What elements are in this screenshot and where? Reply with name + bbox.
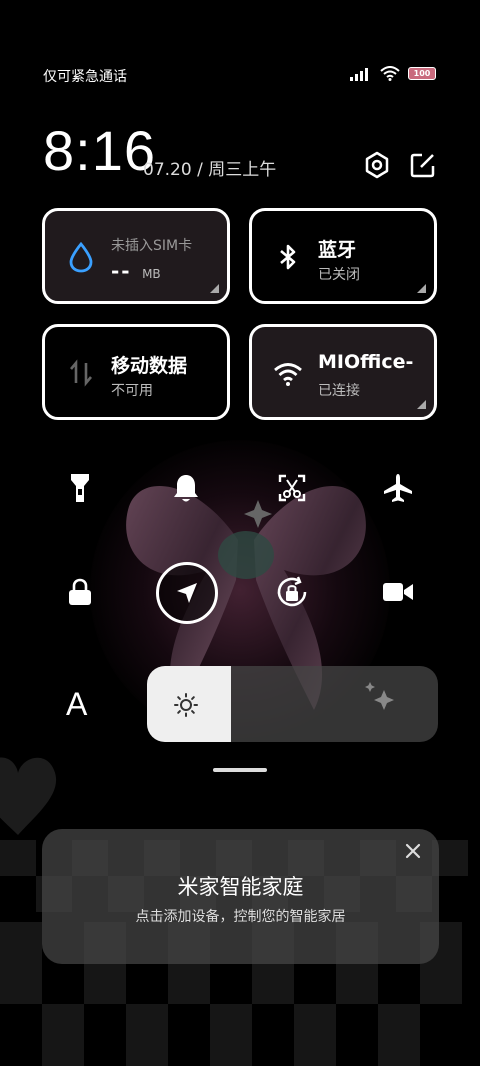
lock-icon (69, 578, 91, 605)
tile-bluetooth-status: 已关闭 (318, 267, 360, 283)
airplane-icon (384, 474, 412, 502)
status-icons: 100 (350, 66, 436, 81)
tile-mobile-data[interactable]: 移动数据 不可用 (42, 324, 230, 420)
location-icon (177, 583, 197, 603)
location-toggle[interactable] (156, 562, 218, 624)
tile-corner-arrow (417, 284, 426, 293)
tile-mobile-usage[interactable]: 未插入SIM卡 -- MB (42, 208, 230, 304)
flashlight-icon (71, 474, 89, 502)
tile-mobile-data-status: 不可用 (111, 383, 153, 399)
video-icon (383, 583, 413, 601)
edit-icon[interactable] (408, 150, 438, 180)
tile-data-usage: -- MB (111, 259, 161, 283)
tile-bluetooth-title: 蓝牙 (318, 239, 357, 261)
heart-decoration (0, 757, 56, 835)
mute-toggle[interactable] (166, 468, 206, 508)
wifi-status-icon (380, 66, 400, 81)
tile-wifi-status: 已连接 (318, 383, 360, 399)
smart-home-title: 米家智能家庭 (177, 875, 304, 899)
settings-icon[interactable] (362, 150, 392, 180)
tile-bluetooth[interactable]: 蓝牙 已关闭 (249, 208, 437, 304)
font-size-button[interactable]: A (66, 686, 87, 723)
screen-recorder-toggle[interactable] (378, 572, 418, 612)
tile-data-unit: MB (142, 267, 161, 281)
clock-date[interactable]: 07.20 / 周三上午 (143, 155, 276, 180)
clock-time[interactable]: 8:16 (43, 118, 156, 183)
battery-icon: 100 (408, 67, 436, 80)
flashlight-toggle[interactable] (60, 468, 100, 508)
screenshot-icon (278, 474, 306, 502)
tile-mobile-data-title: 移动数据 (111, 355, 188, 377)
tile-wifi-title: MIOffice- (318, 351, 414, 373)
tile-wifi[interactable]: MIOffice- 已连接 (249, 324, 437, 420)
sparkle-icon (365, 682, 394, 710)
lock-screen-toggle[interactable] (60, 572, 100, 612)
tile-sim-label: 未插入SIM卡 (111, 238, 193, 254)
carrier-status: 仅可紧急通话 (43, 69, 127, 85)
bluetooth-icon (280, 244, 296, 270)
smart-home-subtitle: 点击添加设备，控制您的智能家居 (135, 909, 346, 925)
brightness-slider[interactable] (147, 666, 438, 742)
signal-icon (350, 67, 368, 81)
drag-handle[interactable] (213, 768, 267, 772)
smart-home-card[interactable]: 米家智能家庭 点击添加设备，控制您的智能家居 (42, 829, 439, 964)
mobile-data-icon (70, 359, 92, 387)
screenshot-toggle[interactable] (272, 468, 312, 508)
sun-icon (174, 693, 198, 717)
wifi-icon (274, 363, 302, 386)
tile-corner-arrow (210, 284, 219, 293)
tile-corner-arrow (417, 400, 426, 409)
battery-level: 100 (413, 69, 431, 78)
bell-icon (174, 475, 198, 502)
airplane-toggle[interactable] (378, 468, 418, 508)
auto-rotate-icon (277, 576, 307, 607)
close-icon[interactable] (403, 841, 423, 861)
tile-data-value: -- (111, 259, 132, 283)
water-drop-icon (69, 241, 93, 273)
auto-rotate-toggle[interactable] (272, 572, 312, 612)
